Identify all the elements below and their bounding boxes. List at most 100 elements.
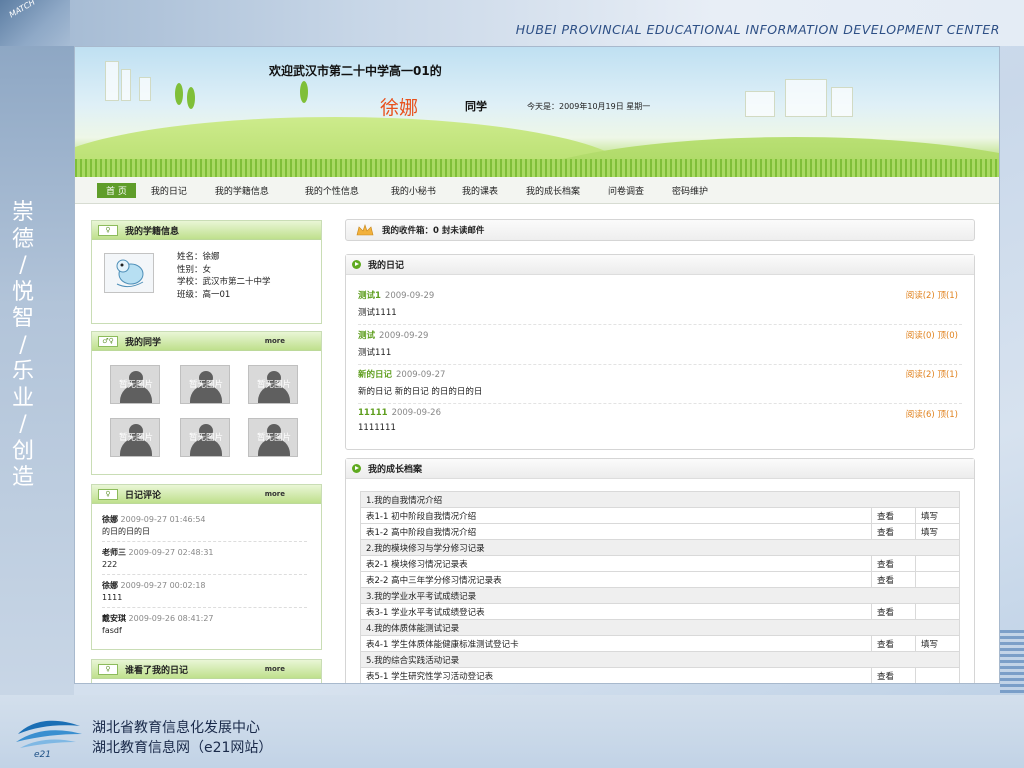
growth-section-row: 2.我的模块修习与学分修习记录: [360, 539, 960, 556]
arrow-right-icon: [352, 260, 361, 269]
diary-entry: 测试 2009-09-29 阅读(0) 顶(0) 测试111: [358, 329, 962, 365]
diary-entry-title[interactable]: 测试1: [358, 291, 381, 301]
slogan-char: 德: [11, 226, 34, 252]
fill-link[interactable]: 填写: [915, 635, 960, 652]
classmates-title: 我的同学: [125, 337, 162, 348]
slogan: 崇德 / 悦智 / 乐业 / 创造: [10, 200, 36, 492]
fill-link: [915, 603, 960, 620]
avatar[interactable]: [104, 253, 154, 293]
comment-author[interactable]: 徐娜: [102, 581, 118, 590]
growth-section-label: 4.我的体质体能测试记录: [360, 619, 960, 636]
diary-entry: 11111 2009-09-26 阅读(6) 顶(1) 1111111: [358, 408, 962, 433]
divider: [102, 607, 307, 608]
growth-table-row: 表2-1 模块修习情况记录表 查看: [360, 555, 960, 572]
nav-item-4[interactable]: 我的小秘书: [384, 183, 443, 198]
footer-line-1: 湖北省教育信息化发展中心: [92, 720, 260, 736]
slogan-char: /: [19, 253, 27, 278]
cartoon-avatar-icon: [116, 259, 144, 288]
diary-entry-stats: 阅读(6) 顶(1): [905, 409, 958, 420]
growth-table: 1.我的自我情况介绍 表1-1 初中阶段自我情况介绍 查看 填写 表1-2 高中阶段自我…: [360, 491, 960, 683]
classmates-more-link[interactable]: more: [265, 337, 285, 345]
comment-item[interactable]: 老师三 2009-09-27 02:48:31 222: [102, 547, 307, 575]
comment-body: 1111: [102, 593, 123, 602]
top-banner: MATCH HUBEI PROVINCIAL EDUCATIONAL INFOR…: [0, 0, 1024, 46]
arrow-right-icon: [352, 464, 361, 473]
comment-author[interactable]: 老师三: [102, 548, 126, 557]
view-link[interactable]: 查看: [871, 571, 916, 588]
diary-entry-date: 2009-09-29: [384, 291, 435, 301]
comment-author[interactable]: 戴安琪: [102, 614, 126, 623]
mailbox-bar[interactable]: 我的收件箱：0 封未读邮件: [345, 219, 975, 241]
comment-time: 2009-09-26 08:41:27: [128, 614, 214, 623]
profile-name: 姓名：徐娜: [177, 252, 220, 262]
no-image-label: 暂无图片: [256, 380, 291, 390]
slogan-char: 智: [11, 306, 34, 331]
divider: [358, 403, 962, 404]
tree-decoration: [300, 81, 308, 103]
nav-item-2[interactable]: 我的学籍信息: [208, 183, 276, 198]
comment-item[interactable]: 徐娜 2009-09-27 00:02:18 1111: [102, 580, 307, 608]
profile-class: 班级：高一01: [177, 289, 231, 300]
comment-item[interactable]: 戴安琪 2009-09-26 08:41:27 fasdf: [102, 613, 307, 637]
view-link[interactable]: 查看: [871, 667, 916, 683]
tongxue-label: 同学: [465, 100, 487, 113]
center-title: HUBEI PROVINCIAL EDUCATIONAL INFORMATION…: [515, 22, 1000, 37]
nav-item-0[interactable]: 首 页: [97, 182, 136, 198]
slogan-char: 悦: [11, 279, 34, 305]
view-link[interactable]: 查看: [871, 635, 916, 652]
classmate-photo[interactable]: 暂无图片: [110, 365, 160, 404]
growth-title: 我的成长档案: [368, 465, 423, 475]
nav-item-1[interactable]: 我的日记: [144, 183, 194, 198]
fill-link[interactable]: 填写: [915, 507, 960, 524]
growth-form-name: 表5-1 学生研究性学习活动登记表: [360, 667, 872, 683]
diary-entry-title[interactable]: 新的日记: [358, 370, 392, 380]
classmate-photo[interactable]: 暂无图片: [180, 365, 230, 404]
classmate-photo[interactable]: 暂无图片: [248, 365, 298, 404]
nav-item-3[interactable]: 我的个性信息: [298, 183, 366, 198]
diary-entry-stats: 阅读(0) 顶(0): [905, 330, 958, 341]
visitors-more-link[interactable]: more: [265, 665, 285, 673]
nav-item-8[interactable]: 密码维护: [665, 183, 715, 198]
logo-text: e21: [34, 750, 51, 758]
mailbox-text: 我的收件箱：0 封未读邮件: [382, 226, 485, 236]
student-name: 徐娜: [380, 97, 419, 119]
view-link[interactable]: 查看: [871, 523, 916, 540]
view-link[interactable]: 查看: [871, 603, 916, 620]
no-image-label: 暂无图片: [256, 433, 291, 443]
growth-section-label: 5.我的综合实践活动记录: [360, 651, 960, 668]
visitors-title: 谁看了我的日记: [125, 665, 189, 676]
footer-text: 湖北省教育信息化发展中心 湖北教育信息网（e21网站）: [92, 718, 272, 758]
diary-entry-title[interactable]: 11111: [358, 408, 388, 418]
comment-body: 的日的日的日: [102, 527, 150, 536]
nav-item-5[interactable]: 我的课表: [455, 183, 505, 198]
classmate-photo[interactable]: 暂无图片: [180, 418, 230, 457]
diary-entry-title[interactable]: 测试: [358, 331, 375, 341]
users-icon: ♂♀: [98, 335, 118, 347]
view-link[interactable]: 查看: [871, 555, 916, 572]
diary-title: 我的日记: [368, 261, 405, 271]
building-decoration: [831, 87, 853, 117]
no-image-label: 暂无图片: [188, 380, 223, 390]
diary-panel: 我的日记 测试1 2009-09-29 阅读(2) 顶(1) 测试1111 测试 2009…: [345, 254, 975, 450]
growth-table-row: 表3-1 学业水平考试成绩登记表 查看: [360, 603, 960, 620]
view-link[interactable]: 查看: [871, 507, 916, 524]
fill-link[interactable]: 填写: [915, 523, 960, 540]
diary-entry-stats: 阅读(2) 顶(1): [905, 291, 958, 301]
comment-author[interactable]: 徐娜: [102, 515, 118, 524]
classmate-photo[interactable]: 暂无图片: [248, 418, 298, 457]
diary-entry-content: 新的日记 新的日记 的日的日的日: [358, 387, 483, 397]
diary-entry: 测试1 2009-09-29 阅读(2) 顶(1) 测试1111: [358, 289, 962, 325]
user-icon: ♀: [98, 488, 118, 500]
nav-item-6[interactable]: 我的成长档案: [519, 183, 587, 198]
tree-decoration: [175, 83, 183, 105]
comment-body: fasdf: [102, 626, 122, 635]
classmate-photo[interactable]: 暂无图片: [110, 418, 160, 457]
visitors-panel-header: ♀ 谁看了我的日记 more: [92, 660, 321, 679]
profile-panel: ♀ 我的学籍信息 姓名：徐娜 性别：女 学校：武汉市第二十中学 班级：高一01: [91, 220, 322, 324]
nav-item-7[interactable]: 问卷调查: [601, 183, 651, 198]
growth-section-row: 1.我的自我情况介绍: [360, 491, 960, 508]
tree-decoration: [187, 87, 195, 109]
comments-more-link[interactable]: more: [265, 490, 285, 498]
diary-entry-date: 2009-09-27: [396, 370, 446, 380]
comment-item[interactable]: 徐娜 2009-09-27 01:46:54 的日的日的日: [102, 514, 307, 542]
